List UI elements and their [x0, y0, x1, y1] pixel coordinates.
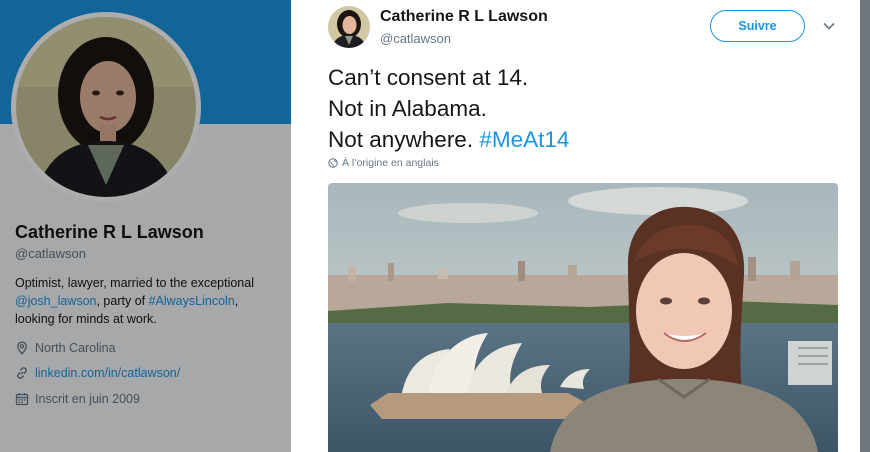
chevron-down-icon [823, 22, 835, 30]
author-avatar[interactable] [328, 6, 370, 48]
modal-overlay[interactable] [0, 0, 291, 452]
tweet-text-line: Can’t consent at 14. [328, 65, 529, 90]
translation-note-text: À l’origine en anglais [342, 157, 439, 169]
tweet-text: Can’t consent at 14. Not in Alabama. Not… [328, 62, 569, 155]
author-name[interactable]: Catherine R L Lawson [380, 8, 548, 26]
tweet-text-line: Not in Alabama. [328, 96, 487, 121]
tweet-text-line: Not anywhere. #MeAt14 [328, 124, 569, 155]
follow-button[interactable]: Suivre [710, 10, 805, 42]
author-handle[interactable]: @catlawson [380, 31, 451, 46]
translation-note[interactable]: À l’origine en anglais [328, 157, 439, 169]
tweet-photo-image [328, 183, 838, 452]
tweet-modal: Catherine R L Lawson @catlawson Suivre C… [291, 0, 860, 452]
profile-sidebar: Catherine R L Lawson @catlawson Optimist… [0, 0, 291, 452]
author-avatar-image [328, 6, 370, 48]
globe-icon [328, 158, 338, 168]
tweet-text-segment: Not anywhere. [328, 127, 480, 152]
tweet-hashtag-link[interactable]: #MeAt14 [479, 127, 569, 152]
tweet-photo[interactable] [328, 183, 838, 452]
tweet-menu-button[interactable] [821, 18, 837, 34]
